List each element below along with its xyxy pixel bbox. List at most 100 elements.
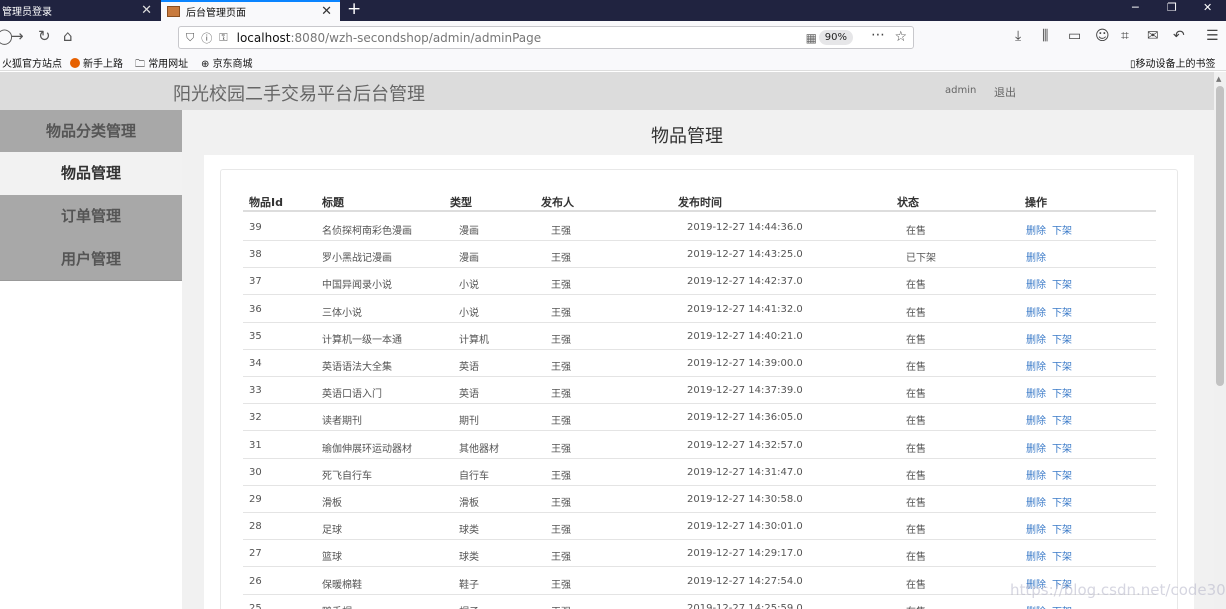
more-icon[interactable]: ⋯ (871, 27, 885, 43)
window-close-icon[interactable]: ✕ (1203, 1, 1212, 14)
cell-type: 漫画 (459, 253, 479, 265)
page-title: 物品管理 (651, 126, 723, 147)
site-title: 阳光校园二手交易平台后台管理 (173, 84, 425, 105)
home-icon[interactable]: ⌂ (63, 27, 73, 45)
tab-admin-page[interactable]: 后台管理页面 ✕ (161, 0, 340, 21)
scroll-up-icon[interactable]: ▲ (1216, 75, 1221, 83)
delete-link[interactable]: 删除 (1026, 440, 1046, 455)
permissions-icon[interactable]: ⚿ (219, 31, 227, 45)
cell-id: 36 (249, 303, 262, 315)
cell-id: 27 (249, 548, 262, 560)
menu-icon[interactable]: ☰ (1206, 28, 1219, 44)
delete-link[interactable]: 删除 (1026, 222, 1046, 237)
sidebar-icon[interactable]: ▭ (1068, 28, 1081, 44)
offshelf-link[interactable]: 下架 (1052, 276, 1072, 291)
sidebar-item-orders[interactable]: 订单管理 (0, 195, 182, 238)
bookmark-label: 移动设备上的书签 (1135, 59, 1216, 70)
screenshot-icon[interactable]: ⌗ (1121, 28, 1129, 44)
cell-title: 滑板 (322, 498, 342, 509)
forward-icon[interactable]: → (11, 27, 24, 45)
bookmark-item[interactable]: ⊕ 京东商城 (201, 55, 253, 70)
delete-link[interactable]: 删除 (1026, 304, 1046, 319)
qr-code-icon[interactable]: ▦ (806, 31, 817, 45)
delete-link[interactable]: 删除 (1026, 385, 1046, 400)
cell-type: 球类 (459, 552, 479, 564)
offshelf-link[interactable]: 下架 (1052, 521, 1072, 536)
mobile-bookmarks[interactable]: ▯移动设备上的书签 (1130, 55, 1216, 70)
delete-link[interactable]: 删除 (1026, 276, 1046, 291)
bookmark-item[interactable]: 火狐官方站点 (2, 55, 62, 70)
cell-time: 2019-12-27 14:32:57.0 (687, 439, 803, 451)
cell-title: 足球 (322, 525, 342, 537)
cell-type: 帽子 (459, 603, 479, 609)
offshelf-link[interactable]: 下架 (1052, 494, 1072, 509)
sidebar-item-goods[interactable]: 物品管理 (0, 152, 182, 195)
info-icon[interactable]: ⓘ (201, 30, 212, 46)
cell-title: 英语语法大全集 (322, 362, 392, 373)
download-icon[interactable]: ⤓ (1015, 28, 1021, 44)
close-icon[interactable]: ✕ (321, 4, 332, 19)
delete-link[interactable]: 删除 (1026, 494, 1046, 509)
bookmark-item[interactable]: 新手上路 (70, 55, 123, 70)
sidebar-item-category[interactable]: 物品分类管理 (0, 110, 182, 152)
cell-type: 滑板 (459, 498, 479, 509)
browser-nav-bar: ◯ → ↻ ⌂ ⛉ ⓘ ⚿ localhost:8080/wzh-seconds… (0, 21, 1226, 53)
sidebar-item-users[interactable]: 用户管理 (0, 238, 182, 280)
cell-time: 2019-12-27 14:30:58.0 (687, 494, 803, 505)
close-icon[interactable]: ✕ (141, 3, 152, 18)
offshelf-link[interactable]: 下架 (1052, 603, 1072, 609)
offshelf-link[interactable]: 下架 (1052, 331, 1072, 346)
offshelf-link[interactable]: 下架 (1052, 385, 1072, 400)
cell-id: 28 (249, 521, 262, 533)
zoom-level[interactable]: 90% (818, 30, 853, 45)
delete-link[interactable]: 删除 (1026, 603, 1046, 609)
offshelf-link[interactable]: 下架 (1052, 467, 1072, 482)
offshelf-link[interactable]: 下架 (1052, 440, 1072, 455)
watermark: https://blog.csdn.net/code306 (1010, 581, 1226, 599)
delete-link[interactable]: 删除 (1026, 412, 1046, 427)
cell-type: 鞋子 (459, 579, 479, 591)
delete-link[interactable]: 删除 (1026, 467, 1046, 482)
offshelf-link[interactable]: 下架 (1052, 412, 1072, 427)
undo-icon[interactable]: ↶ (1173, 28, 1185, 44)
cell-type: 小说 (459, 280, 479, 292)
logout-link[interactable]: 退出 (994, 84, 1016, 100)
cell-status: 在售 (906, 226, 926, 237)
offshelf-link[interactable]: 下架 (1052, 222, 1072, 237)
chat-icon[interactable]: ✉ (1147, 28, 1159, 44)
cell-time: 2019-12-27 14:31:47.0 (687, 466, 803, 478)
offshelf-link[interactable]: 下架 (1052, 548, 1072, 563)
url-bar[interactable]: ⛉ ⓘ ⚿ localhost:8080/wzh-secondshop/admi… (178, 26, 914, 49)
offshelf-link[interactable]: 下架 (1052, 304, 1072, 319)
account-icon[interactable]: ☺ (1095, 28, 1110, 44)
column-header: 标题 (322, 196, 344, 209)
cell-title: 瑜伽伸展环运动器材 (322, 443, 412, 455)
delete-link[interactable]: 删除 (1026, 331, 1046, 346)
scroll-thumb[interactable] (1216, 86, 1224, 386)
column-header: 物品Id (249, 196, 283, 209)
cell-title: 罗小黑战记漫画 (322, 253, 392, 265)
table-row: 35 计算机一级一本通 计算机 王强 2019-12-27 14:40:21.0 在售 删除… (243, 323, 1156, 350)
offshelf-link[interactable]: 下架 (1052, 358, 1072, 373)
new-tab-icon[interactable]: + (347, 0, 361, 19)
delete-link[interactable]: 删除 (1026, 358, 1046, 373)
page-scrollbar[interactable]: ▲ (1214, 72, 1226, 609)
delete-link[interactable]: 删除 (1026, 521, 1046, 536)
cell-time: 2019-12-27 14:40:21.0 (687, 330, 803, 342)
restore-icon[interactable]: ❐ (1167, 1, 1177, 14)
reload-icon[interactable]: ↻ (38, 27, 51, 45)
minimize-icon[interactable]: ─ (1132, 1, 1139, 14)
shield-icon[interactable]: ⛉ (186, 31, 194, 45)
cell-title: 计算机一级一本通 (322, 334, 402, 346)
delete-link[interactable]: 删除 (1026, 249, 1046, 264)
tab-admin-login[interactable]: 管理员登录 ✕ (0, 0, 160, 21)
cell-id: 38 (249, 249, 262, 261)
table-row: 28 足球 球类 王强 2019-12-27 14:30:01.0 在售 删除 下架 (243, 513, 1156, 541)
url-text[interactable]: localhost:8080/wzh-secondshop/admin/admi… (237, 31, 542, 45)
cell-publisher: 王强 (551, 579, 571, 591)
delete-link[interactable]: 删除 (1026, 548, 1046, 563)
bookmark-star-icon[interactable]: ☆ (894, 29, 907, 45)
cell-id: 25 (249, 602, 262, 609)
library-icon[interactable]: ⫼ (1042, 28, 1048, 44)
cell-type: 英语 (459, 362, 479, 373)
